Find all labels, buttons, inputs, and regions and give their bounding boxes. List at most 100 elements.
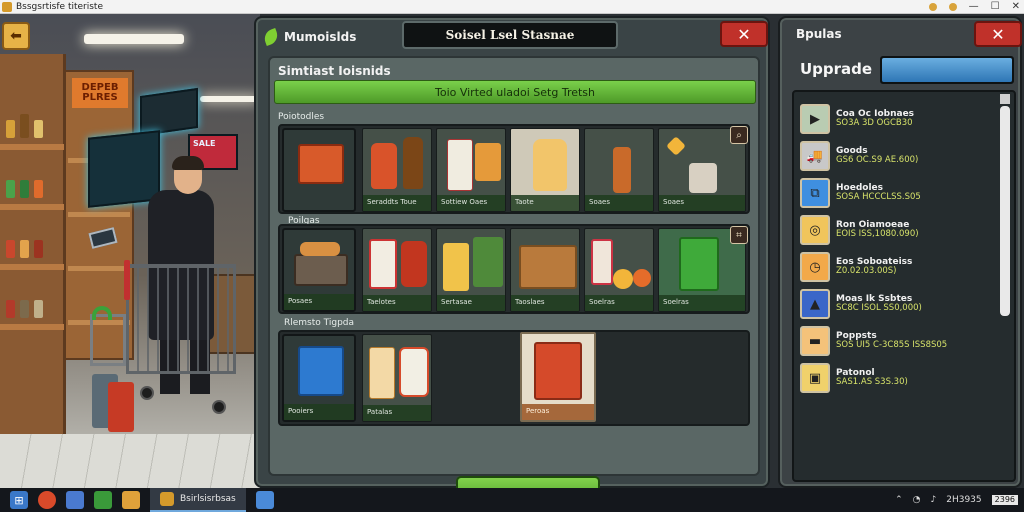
- item-tile[interactable]: Taote: [510, 128, 580, 212]
- scrollbar[interactable]: [1000, 106, 1010, 316]
- upgrade-item-value: SAS1.AS S3S.30): [836, 377, 908, 388]
- jar: [6, 120, 15, 138]
- item-row-3: Pooiers Patalas Peroas: [278, 330, 750, 426]
- clock-icon: ◷: [800, 252, 830, 282]
- taskbar: ⊞ Bsirlsisrbsas ⌃ ◔ ♪ 2H3935 2396: [0, 488, 1024, 512]
- upgrade-item-value: SO3A 3D OGCB30: [836, 118, 913, 129]
- item-tile[interactable]: Posaes: [282, 228, 356, 312]
- folder-icon[interactable]: [94, 491, 112, 509]
- start-icon[interactable]: ⊞: [10, 491, 28, 509]
- milk-carton-icon: [298, 346, 344, 396]
- upgrade-list-item[interactable]: ▬ Poppsts SOS UI5 C-3C85S ISS8S05: [800, 324, 996, 358]
- jar-icon: [401, 241, 427, 287]
- upgrade-heading: Upprade: [800, 60, 873, 78]
- upgrade-item-value: GS6 OC.S9 AE.600): [836, 155, 919, 166]
- app-icon: ⧉: [800, 178, 830, 208]
- progress-fill: [882, 58, 1012, 82]
- upgrade-item-text: Poppsts SOS UI5 C-3C85S ISS8S05: [836, 331, 947, 351]
- item-tile[interactable]: Sertasae: [436, 228, 506, 312]
- upgrade-item-text: Patonol SAS1.AS S3S.30): [836, 368, 908, 388]
- item-label: Seraddts Toue: [363, 195, 431, 211]
- star-icon: [666, 136, 686, 156]
- item-label: Sertasae: [437, 295, 505, 311]
- ceiling-light: [84, 34, 184, 44]
- item-label: Sottiew Oaes: [437, 195, 505, 211]
- upgrade-list-item[interactable]: ▶ Coa Oc Iobnaes SO3A 3D OGCB30: [800, 102, 996, 136]
- selected-item-tile[interactable]: Peroas: [520, 332, 596, 422]
- jar: [20, 240, 29, 258]
- search-badge-icon[interactable]: ⌕: [730, 126, 748, 144]
- network-icon[interactable]: ⌃: [895, 495, 903, 505]
- ceiling-light-2: [200, 96, 260, 102]
- upgrade-item-text: Moas Ik Ssbtes SC8C ISOL SS0,000): [836, 294, 922, 314]
- store-icon[interactable]: [66, 491, 84, 509]
- detergent-box-icon: [679, 237, 719, 291]
- scroll-up-button[interactable]: [1000, 94, 1010, 104]
- cart-wheel: [140, 386, 154, 400]
- back-button[interactable]: ⬅: [2, 22, 30, 50]
- shopping-cart: [126, 264, 236, 374]
- item-label: Taoslaes: [511, 295, 579, 311]
- volume-icon[interactable]: ♪: [930, 495, 936, 505]
- upgrade-list-item[interactable]: ▲ Moas Ik Ssbtes SC8C ISOL SS0,000): [800, 287, 996, 321]
- item-tile[interactable]: Patalas: [362, 334, 432, 422]
- settings-icon[interactable]: [255, 491, 274, 509]
- item-tile[interactable]: Taoslaes: [510, 228, 580, 312]
- files-icon[interactable]: [122, 491, 140, 509]
- content-area: Simtiast Ioisnids Toio Virted uladoi Set…: [268, 56, 760, 512]
- upgrade-item-value: Z0.02.03.00S): [836, 266, 897, 277]
- browser-icon[interactable]: [38, 491, 56, 509]
- floor: [0, 434, 260, 488]
- boat-icon: ▲: [800, 289, 830, 319]
- wifi-icon[interactable]: ◔: [913, 495, 921, 505]
- upgrade-list-item[interactable]: 🚚 Goods GS6 OC.S9 AE.600): [800, 139, 996, 173]
- grid-badge-icon[interactable]: ⌗: [730, 226, 748, 244]
- jar-icon: [371, 143, 397, 189]
- upgrade-list: ▶ Coa Oc Iobnaes SO3A 3D OGCB30 🚚 Goods GS6 O…: [792, 90, 1016, 482]
- jar: [20, 300, 29, 318]
- maximize-button[interactable]: ☐: [991, 0, 1000, 14]
- item-tile[interactable]: Taelotes: [362, 228, 432, 312]
- upgrade-item-text: Hoedoles SOSA HCCCLSS.S05: [836, 183, 921, 203]
- item-tile[interactable]: Pooiers: [282, 334, 356, 422]
- ruler-icon: ▬: [800, 326, 830, 356]
- upgrade-list-item[interactable]: ⧉ Hoedoles SOSA HCCCLSS.S05: [800, 176, 996, 210]
- item-row-1: Seraddts Toue Sottiew Oaes Taote Soaes S…: [278, 124, 750, 214]
- upgrade-list-item[interactable]: ▣ Patonol SAS1.AS S3S.30): [800, 361, 996, 395]
- notification-badge[interactable]: 2396: [991, 495, 1018, 505]
- os-title-bar: Bssgsrtisfe titeriste — ☐ ✕: [0, 0, 1024, 14]
- honey-jar-icon: [533, 139, 567, 191]
- shelf-board: [0, 204, 66, 210]
- taskbar-app-button[interactable]: Bsirlsisrbsas: [150, 488, 246, 512]
- main-close-button[interactable]: ✕: [720, 21, 768, 47]
- item-tile[interactable]: Sottiew Oaes: [436, 128, 506, 212]
- right-panel: Bpulas ✕ Upprade ▶ Coa Oc Iobnaes SO3A 3D …: [778, 16, 1022, 488]
- toaster-icon: [294, 254, 348, 286]
- digital-display: [88, 130, 160, 208]
- minimize-button[interactable]: —: [969, 0, 979, 14]
- category-tile[interactable]: [282, 128, 356, 212]
- item-tile[interactable]: Soelras: [584, 228, 654, 312]
- panel-title: Soisel Lsel Stasnae: [402, 21, 618, 49]
- upgrade-item-text: Goods GS6 OC.S9 AE.600): [836, 146, 918, 166]
- carton-icon: [591, 239, 613, 285]
- upgrade-list-item[interactable]: ◷ Eos Soboateiss Z0.02.03.00S): [800, 250, 996, 284]
- teapot-icon: [689, 163, 717, 193]
- main-header: Mumoislds: [262, 24, 356, 50]
- right-close-button[interactable]: ✕: [974, 21, 1022, 47]
- snack-box-icon: [534, 342, 582, 400]
- system-tray: ⌃ ◔ ♪ 2H3935 2396: [895, 488, 1018, 512]
- upgrade-list-item[interactable]: ◎ Ron Oiamoeae EOIS ISS,1080.090): [800, 213, 996, 247]
- window-controls: — ☐ ✕: [928, 0, 1020, 14]
- tray-clock[interactable]: 2H3935: [946, 495, 981, 505]
- item-tile[interactable]: Seraddts Toue: [362, 128, 432, 212]
- info-bar[interactable]: Toio Virted uladoi Setg Tretsh: [274, 80, 756, 104]
- window-close-button[interactable]: ✕: [1012, 0, 1020, 14]
- upgrade-item-value: EOIS ISS,1080.090): [836, 229, 919, 240]
- item-tile[interactable]: Soaes: [584, 128, 654, 212]
- shelf-board: [0, 264, 66, 270]
- store-scene: DEPEB PLRES SALE ⬅: [0, 14, 260, 488]
- jar: [6, 300, 15, 318]
- taskbar-app-label: Bsirlsisrbsas: [180, 494, 236, 504]
- screen: Bssgsrtisfe titeriste — ☐ ✕ DEPEB PLRES …: [0, 0, 1024, 512]
